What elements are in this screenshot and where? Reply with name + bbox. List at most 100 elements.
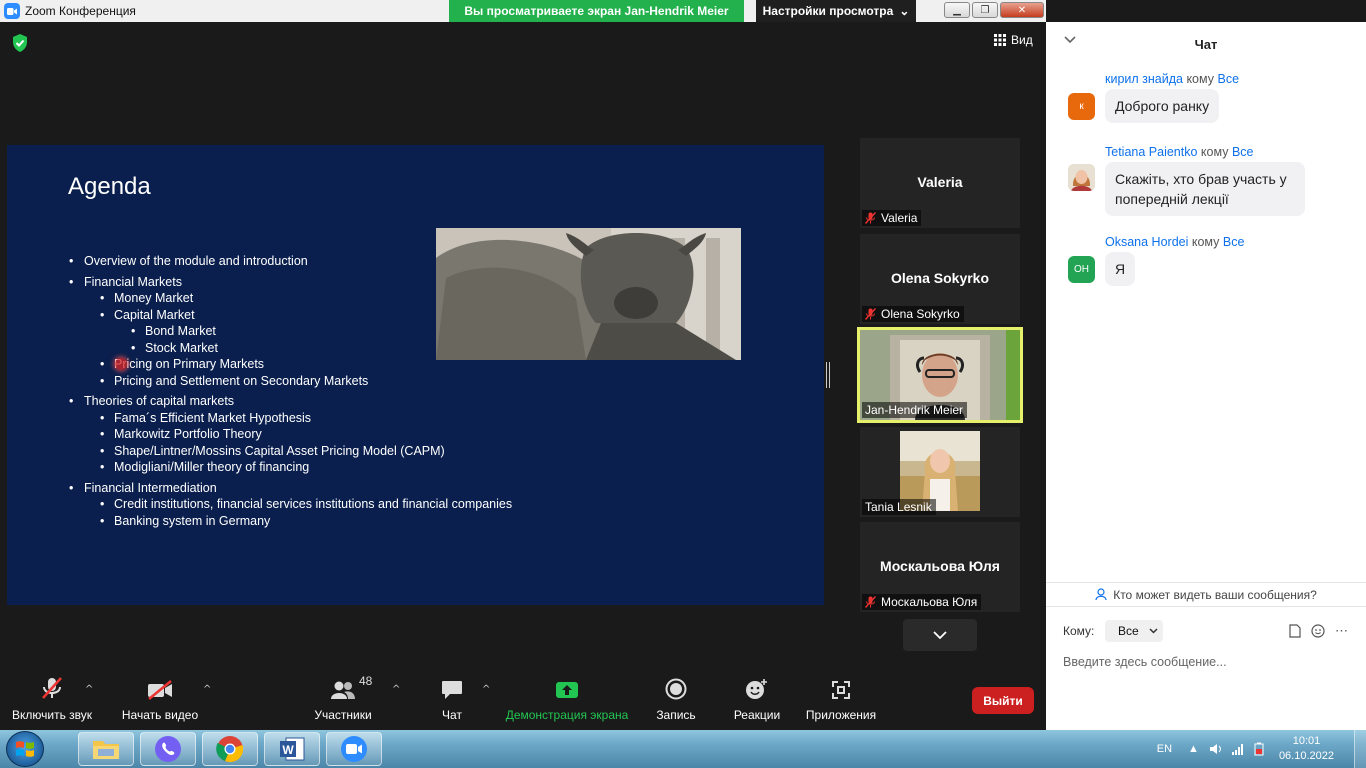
view-button[interactable]: Вид bbox=[994, 33, 1033, 47]
message-recipient: Все bbox=[1231, 145, 1254, 159]
unmute-button[interactable]: Включить звук bbox=[10, 670, 94, 722]
collapse-chat-icon[interactable] bbox=[1064, 36, 1076, 44]
show-desktop-button[interactable] bbox=[1354, 730, 1366, 768]
slide-title: Agenda bbox=[68, 173, 151, 200]
battery-icon[interactable] bbox=[1253, 742, 1265, 756]
mic-muted-icon bbox=[865, 212, 876, 224]
taskbar-viber[interactable] bbox=[140, 732, 196, 766]
participants-options-caret[interactable]: ^ bbox=[392, 684, 400, 695]
message-recipient: Все bbox=[1222, 235, 1245, 249]
bull-statue-photo bbox=[436, 228, 741, 360]
reactions-icon bbox=[746, 679, 767, 699]
chat-options-caret[interactable]: ^ bbox=[482, 684, 490, 695]
volume-icon[interactable] bbox=[1209, 743, 1223, 755]
video-options-caret[interactable]: ^ bbox=[203, 684, 211, 695]
participant-name: Olena Sokyrko bbox=[890, 270, 990, 286]
compose-tools: ⋯ bbox=[1289, 623, 1348, 639]
view-settings-label: Настройки просмотра bbox=[762, 4, 894, 18]
encryption-shield-icon[interactable] bbox=[12, 34, 28, 52]
view-settings-menu[interactable]: Настройки просмотра ⌄ bbox=[756, 0, 916, 22]
windows-logo-icon bbox=[16, 741, 34, 757]
share-screen-button[interactable]: Демонстрация экрана bbox=[505, 670, 629, 722]
taskbar-chrome[interactable] bbox=[202, 732, 258, 766]
message-bubble[interactable]: Скажіть, хто брав участь у попередній ле… bbox=[1105, 162, 1305, 216]
recipient-select[interactable]: Все bbox=[1105, 620, 1163, 642]
show-hidden-icons[interactable]: ▲ bbox=[1188, 743, 1199, 755]
chat-header: Чат bbox=[1046, 22, 1366, 66]
taskbar-zoom[interactable] bbox=[326, 732, 382, 766]
chat-panel: Чат кирил знайда кому Все к Доброго ранк… bbox=[1046, 22, 1366, 730]
clock-date: 06.10.2022 bbox=[1278, 750, 1334, 762]
apps-icon bbox=[832, 681, 850, 699]
start-video-button[interactable]: Начать видео bbox=[120, 670, 200, 722]
grid-icon bbox=[994, 34, 1006, 46]
participant-label: Olena Sokyrko bbox=[862, 306, 964, 322]
audio-options-caret[interactable]: ^ bbox=[85, 684, 93, 695]
chat-message-input[interactable] bbox=[1063, 651, 1353, 673]
meeting-area: Вид Agenda Overview of the module and in… bbox=[0, 22, 1046, 730]
participant-name: Valeria bbox=[917, 174, 963, 190]
splitter-handle[interactable] bbox=[826, 362, 830, 388]
chat-compose: Кому: Все ⋯ bbox=[1046, 606, 1366, 730]
message-sender[interactable]: Tetiana Paientko bbox=[1105, 145, 1197, 159]
zoom-icon bbox=[341, 736, 367, 762]
participant-tile[interactable]: Tania Lesnik bbox=[860, 427, 1020, 517]
avatar: OH bbox=[1068, 256, 1095, 283]
laser-pointer bbox=[115, 358, 127, 370]
agenda-item: Banking system in Germany bbox=[67, 513, 512, 530]
mic-muted-icon bbox=[865, 308, 876, 320]
participant-tile[interactable]: Москальова Юля Москальова Юля bbox=[860, 522, 1020, 612]
close-button[interactable]: ✕ bbox=[1000, 2, 1044, 18]
message-bubble[interactable]: Доброго ранку bbox=[1105, 89, 1220, 123]
start-button[interactable] bbox=[6, 731, 44, 767]
minimize-button[interactable]: ▁ bbox=[944, 2, 970, 18]
active-speaker-tile[interactable]: Jan-Hendrik Meier bbox=[857, 327, 1023, 423]
taskbar-word[interactable]: W bbox=[264, 732, 320, 766]
agenda-item: Markowitz Portfolio Theory bbox=[67, 426, 512, 443]
more-options-icon[interactable]: ⋯ bbox=[1335, 623, 1348, 639]
chat-icon bbox=[442, 681, 462, 699]
message-recipient: Все bbox=[1217, 72, 1240, 86]
participant-tile[interactable]: Olena Sokyrko Olena Sokyrko bbox=[860, 234, 1020, 324]
chevron-down-icon bbox=[933, 631, 947, 639]
reactions-button[interactable]: Реакции bbox=[731, 670, 783, 722]
agenda-item: Modigliani/Miller theory of financing bbox=[67, 459, 512, 476]
viber-icon bbox=[155, 736, 181, 762]
word-icon: W bbox=[280, 737, 305, 761]
to-label: Кому: bbox=[1063, 624, 1095, 638]
participant-label: Valeria bbox=[862, 210, 922, 226]
participants-count: 48 bbox=[359, 674, 373, 688]
scroll-participants-button[interactable] bbox=[903, 619, 977, 651]
clock[interactable]: 10:01 06.10.2022 bbox=[1279, 734, 1334, 764]
svg-text:W: W bbox=[282, 743, 294, 757]
apps-button[interactable]: Приложения bbox=[802, 670, 880, 722]
participant-label: Tania Lesnik bbox=[862, 499, 936, 515]
avatar bbox=[1068, 164, 1095, 191]
restore-button[interactable]: ❐ bbox=[972, 2, 998, 18]
message-meta: кирил знайда кому Все bbox=[1105, 72, 1240, 86]
participants-button[interactable]: 48 Участники bbox=[312, 670, 374, 722]
taskbar-explorer[interactable] bbox=[78, 732, 134, 766]
network-signal-icon[interactable] bbox=[1231, 743, 1245, 755]
zoom-window: Zoom Конференция Вы просматриваете экран… bbox=[0, 0, 1366, 768]
file-icon[interactable] bbox=[1289, 624, 1301, 638]
emoji-icon[interactable] bbox=[1311, 624, 1325, 638]
chevron-down-icon bbox=[1149, 628, 1158, 634]
message-sender[interactable]: кирил знайда bbox=[1105, 72, 1183, 86]
message-meta: Tetiana Paientko кому Все bbox=[1105, 145, 1254, 159]
person-icon bbox=[1095, 588, 1107, 601]
message-sender[interactable]: Oksana Hordei bbox=[1105, 235, 1188, 249]
system-tray: EN ▲ 10:01 06.10.2022 bbox=[1157, 730, 1366, 768]
record-button[interactable]: Запись bbox=[652, 670, 700, 722]
message-bubble[interactable]: Я bbox=[1105, 252, 1136, 286]
chevron-down-icon: ⌄ bbox=[899, 4, 910, 18]
leave-meeting-button[interactable]: Выйти bbox=[972, 687, 1034, 714]
language-indicator[interactable]: EN bbox=[1157, 743, 1172, 755]
video-off-icon bbox=[148, 680, 172, 700]
participant-tile[interactable]: Valeria Valeria bbox=[860, 138, 1020, 228]
who-can-see-messages-link[interactable]: Кто может видеть ваши сообщения? bbox=[1046, 582, 1366, 606]
folder-icon bbox=[93, 741, 119, 759]
chat-button[interactable]: Чат bbox=[430, 670, 474, 722]
screen-share-banner: Вы просматриваете экран Jan-Hendrik Meie… bbox=[449, 0, 744, 22]
avatar: к bbox=[1068, 93, 1095, 120]
